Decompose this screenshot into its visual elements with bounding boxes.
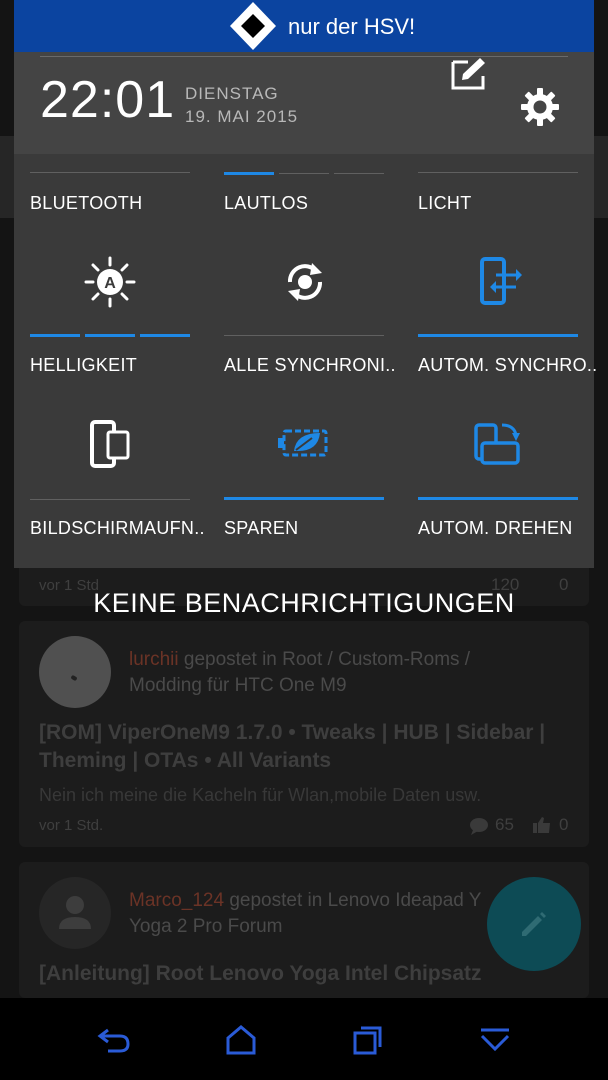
post-time: vor 1 Std.: [39, 817, 104, 834]
post-author[interactable]: lurchii: [129, 649, 179, 670]
post-excerpt: Nein ich meine die Kacheln für Wlan,mobi…: [39, 785, 482, 805]
banner-text: nur der HSV!: [288, 14, 416, 39]
tile-auto-sync[interactable]: AUTOM. SYNCHRO..: [418, 250, 597, 380]
home-icon[interactable]: [224, 1024, 258, 1056]
tile-label: BLUETOOTH: [30, 193, 143, 213]
date[interactable]: 19. MAI 2015: [185, 107, 298, 127]
weekday: DIENSTAG: [185, 84, 279, 103]
post-title-cont[interactable]: Theming | OTAs • All Variants: [39, 747, 331, 775]
status-banner: nur der HSV!: [14, 0, 594, 52]
tile-label: LICHT: [418, 193, 472, 213]
tile-label: LAUTLOS: [224, 193, 309, 213]
tile-sparen[interactable]: SPAREN: [224, 415, 384, 545]
navigation-bar: [0, 998, 608, 1080]
post-author-line: lurchii gepostet in Root / Custom-Roms /: [129, 649, 471, 670]
post-title[interactable]: [Anleitung] Root Lenovo Yoga Intel Chips…: [39, 960, 482, 988]
tile-label: AUTOM. SYNCHRO..: [418, 355, 598, 375]
tile-helligkeit[interactable]: A HELLIGKEIT: [30, 250, 190, 380]
post-author-line: Marco_124 gepostet in Lenovo Ideapad Y: [129, 890, 482, 911]
comment-icon: [470, 818, 488, 835]
thumbs-up-icon: [533, 817, 550, 833]
compose-fab[interactable]: [487, 877, 581, 971]
tile-auto-rotate[interactable]: AUTOM. DREHEN: [418, 415, 578, 545]
tile-licht[interactable]: LICHT: [418, 172, 578, 222]
tile-screenshot[interactable]: BILDSCHIRMAUFN..: [30, 415, 205, 545]
svg-text:A: A: [104, 275, 116, 292]
tile-label: BILDSCHIRMAUFN..: [30, 518, 205, 538]
collapse-shade-icon[interactable]: [478, 1026, 512, 1054]
hsv-logo-icon: [230, 2, 276, 50]
feed-card[interactable]: lurchii gepostet in Root / Custom-Roms /…: [19, 621, 589, 847]
person-icon: [59, 896, 91, 929]
post-forum[interactable]: Modding für HTC One M9: [129, 675, 347, 697]
like-count: 0: [559, 815, 569, 834]
phone-transfer-icon: [480, 257, 522, 305]
clock[interactable]: 22:01: [40, 70, 175, 130]
rotate-icon: [474, 423, 520, 465]
post-author[interactable]: Marco_124: [129, 890, 224, 911]
comment-count: 65: [495, 815, 514, 834]
post-title[interactable]: [ROM] ViperOneM9 1.7.0 • Tweaks | HUB | …: [39, 719, 545, 747]
tile-label: ALLE SYNCHRONI..: [224, 355, 396, 375]
recents-icon[interactable]: [351, 1024, 385, 1056]
no-notifications-text: KEINE BENACHRICHTIGUNGEN: [93, 588, 515, 618]
avatar: [39, 877, 111, 949]
tile-lautlos[interactable]: LAUTLOS: [224, 172, 384, 222]
auto-brightness-icon: A: [84, 256, 136, 308]
edit-icon[interactable]: [450, 58, 490, 90]
tile-bluetooth[interactable]: BLUETOOTH: [30, 172, 190, 222]
tile-label: SPAREN: [224, 518, 299, 538]
post-forum[interactable]: Yoga 2 Pro Forum: [129, 916, 283, 938]
screenshot-icon: [90, 420, 130, 468]
battery-saver-icon: [278, 429, 328, 457]
pencil-icon: [522, 912, 546, 936]
settings-gear-icon[interactable]: [519, 86, 561, 128]
tile-label: HELLIGKEIT: [30, 355, 138, 375]
sync-icon: [288, 263, 322, 301]
avatar: [39, 636, 111, 708]
tile-sync-all[interactable]: ALLE SYNCHRONI..: [224, 250, 396, 380]
tile-label: AUTOM. DREHEN: [418, 518, 573, 538]
back-icon[interactable]: [96, 1026, 132, 1054]
